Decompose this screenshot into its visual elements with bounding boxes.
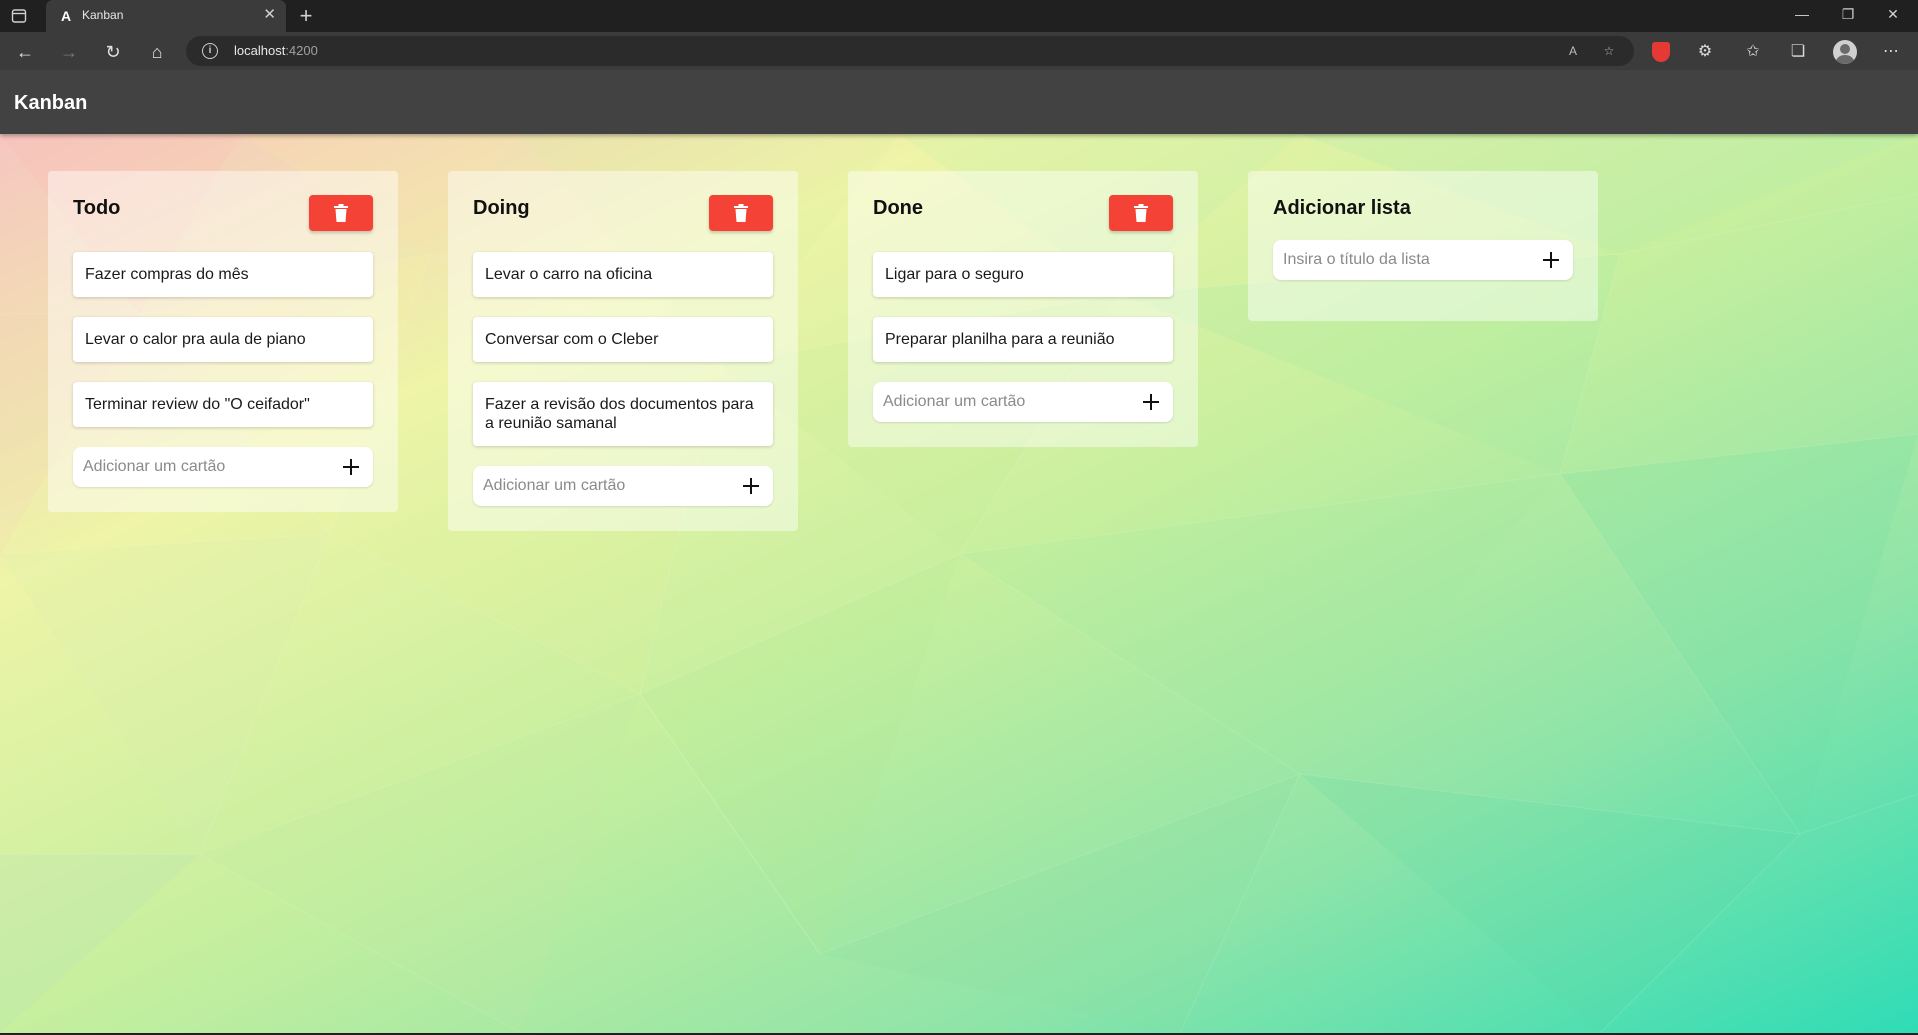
new-tab-icon[interactable]: + [294,4,318,28]
url-text: localhost:4200 [234,43,318,58]
tab-title: Kanban [82,8,124,22]
browser-tab[interactable]: A Kanban ✕ [46,0,286,32]
card[interactable]: Fazer compras do mês [73,252,373,297]
add-card-field [473,466,773,506]
adblock-icon[interactable] [1652,42,1670,62]
add-list-field [1273,240,1573,280]
card[interactable]: Preparar planilha para a reunião [873,317,1173,362]
browser-address-bar: ← → ↻ ⌂ i localhost:4200 A ☆ ⚙ ✩ ❏ ⋯ [0,32,1918,70]
restore-icon[interactable]: ❐ [1837,6,1859,23]
kanban-app: Kanban Todo Fazer compras do mês Levar o… [0,70,1918,1033]
list-done: Done Ligar para o seguro Preparar planil… [848,171,1198,447]
card[interactable]: Ligar para o seguro [873,252,1173,297]
minimize-icon[interactable]: — [1791,6,1813,22]
forward-icon[interactable]: → [58,41,80,63]
extensions-icon[interactable]: ⚙ [1694,41,1716,63]
add-list-panel: Adicionar lista [1248,171,1598,321]
trash-icon [1134,204,1148,222]
card[interactable]: Levar o calor pra aula de piano [73,317,373,362]
add-favorite-icon[interactable]: ☆ [1600,42,1618,60]
card[interactable]: Levar o carro na oficina [473,252,773,297]
plus-icon[interactable] [341,457,361,477]
favorites-icon[interactable]: ✩ [1742,41,1764,63]
info-icon[interactable]: i [202,43,218,59]
add-card-input[interactable] [83,447,323,487]
add-list-input[interactable] [1283,240,1523,280]
url-field[interactable]: i localhost:4200 A ☆ [186,36,1634,66]
app-title: Kanban [14,92,88,114]
read-aloud-icon[interactable]: A [1564,42,1582,60]
trash-icon [334,204,348,222]
refresh-icon[interactable]: ↻ [102,41,124,63]
trash-icon [734,204,748,222]
delete-list-button[interactable] [1109,195,1173,231]
add-card-input[interactable] [483,466,723,506]
angular-favicon-icon: A [60,8,72,24]
more-icon[interactable]: ⋯ [1880,41,1902,63]
plus-icon[interactable] [741,476,761,496]
back-icon[interactable]: ← [14,41,36,63]
list-title: Todo [73,197,121,219]
plus-icon[interactable] [1541,250,1561,270]
close-icon[interactable]: ✕ [263,7,276,23]
app-toolbar: Kanban [0,70,1918,134]
card[interactable]: Fazer a revisão dos documentos para a re… [473,382,773,446]
url-port: :4200 [285,43,318,58]
add-card-field [73,447,373,487]
list-title: Doing [473,197,530,219]
collections-icon[interactable]: ❏ [1787,41,1809,63]
list-todo: Todo Fazer compras do mês Levar o calor … [48,171,398,512]
delete-list-button[interactable] [709,195,773,231]
list-doing: Doing Levar o carro na oficina Conversar… [448,171,798,531]
home-icon[interactable]: ⌂ [146,41,168,63]
add-card-input[interactable] [883,382,1123,422]
card[interactable]: Conversar com o Cleber [473,317,773,362]
plus-icon[interactable] [1141,392,1161,412]
list-title: Done [873,197,923,219]
sidebar-icon[interactable] [10,7,28,25]
profile-icon[interactable] [1833,40,1857,64]
window-close-icon[interactable]: ✕ [1882,6,1904,23]
add-card-field [873,382,1173,422]
delete-list-button[interactable] [309,195,373,231]
card[interactable]: Terminar review do "O ceifador" [73,382,373,427]
add-list-title: Adicionar lista [1273,197,1411,219]
url-host: localhost [234,43,286,58]
browser-tab-bar: A Kanban ✕ + — ❐ ✕ [0,0,1918,32]
